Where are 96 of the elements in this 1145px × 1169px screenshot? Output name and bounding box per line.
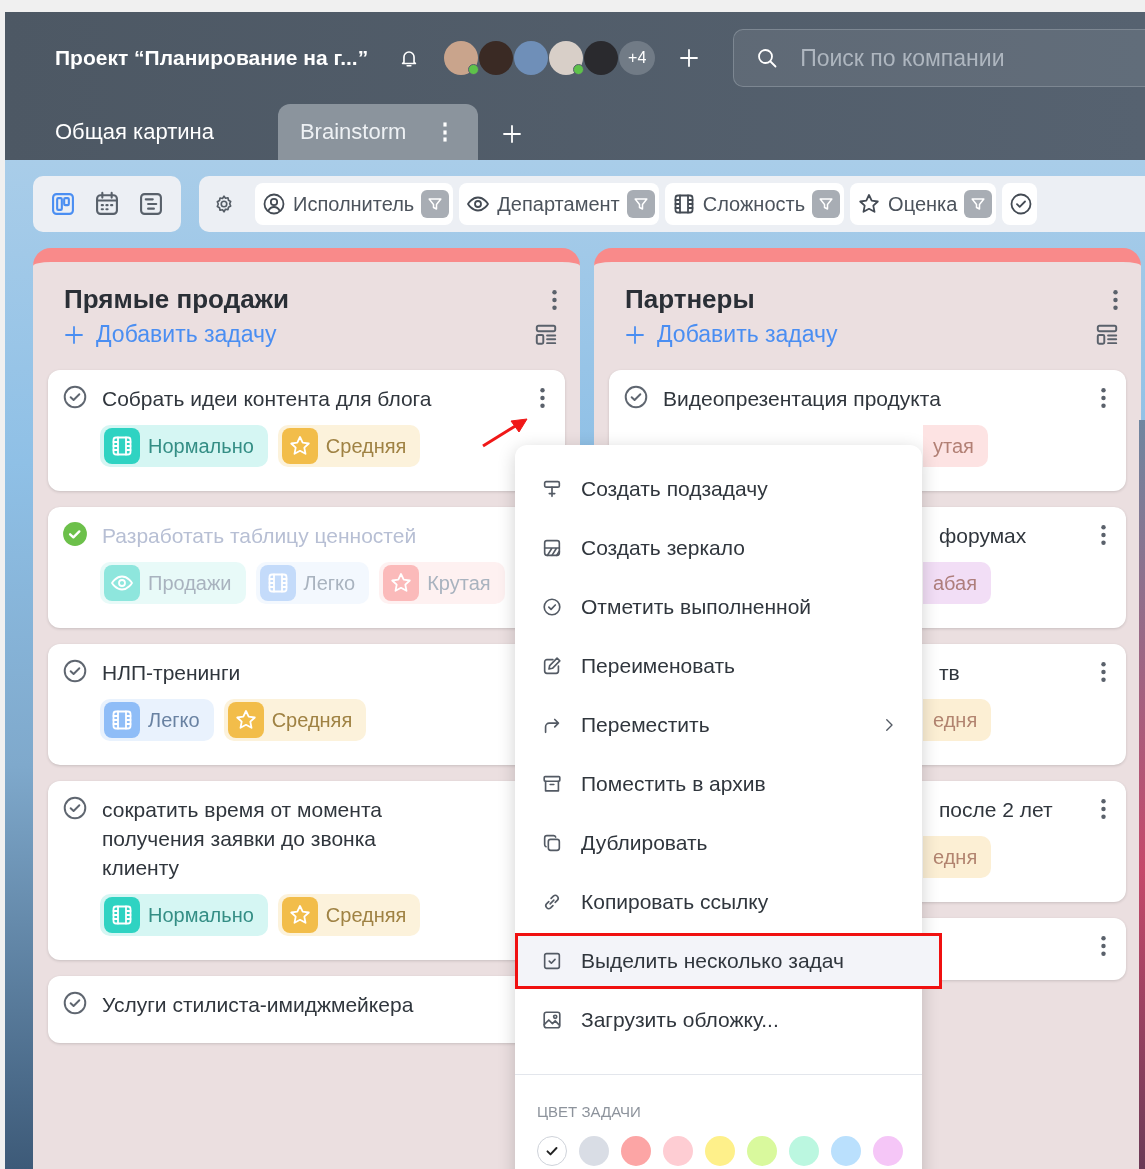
color-swatch[interactable]	[579, 1136, 609, 1166]
task-tag: Легко	[255, 562, 370, 604]
filter-toggle[interactable]	[421, 190, 450, 218]
filter-toggle[interactable]	[964, 190, 993, 218]
subtask-icon	[541, 478, 563, 500]
filter-label: Департамент	[497, 192, 620, 216]
filter-toggle[interactable]	[626, 190, 655, 218]
more-members-badge[interactable]: +4	[619, 41, 656, 75]
check-circle-icon[interactable]	[62, 384, 88, 410]
task-title: Разработать таблицу ценностей	[102, 523, 418, 549]
task-tag: едня	[923, 836, 992, 878]
list-view-icon	[137, 190, 165, 218]
task-title: тв	[939, 660, 961, 686]
check-circle-icon[interactable]	[62, 990, 88, 1016]
search-field[interactable]: Поиск по компании	[733, 29, 1145, 87]
check-circle-icon	[1009, 192, 1034, 216]
section-heading: ЦВЕТ ЗАДАЧИ	[537, 1103, 642, 1120]
board-view-icon	[49, 190, 77, 218]
film-icon	[110, 903, 134, 927]
task-tag: Нормально	[100, 425, 268, 467]
star-icon	[287, 903, 312, 927]
task-tag: утая	[923, 425, 988, 467]
star-icon	[233, 708, 258, 732]
color-swatch[interactable]	[789, 1136, 819, 1166]
star-icon	[389, 571, 414, 595]
check-circle-icon[interactable]	[623, 384, 649, 410]
filter-label: Исполнитель	[293, 192, 415, 216]
avatar[interactable]	[444, 41, 479, 75]
filter-chip[interactable]: Оценка	[850, 183, 997, 225]
star-icon	[287, 434, 312, 458]
film-icon	[110, 434, 134, 458]
color-swatch[interactable]	[663, 1136, 693, 1166]
more-icon	[1101, 388, 1106, 408]
tab[interactable]: Общая картина	[55, 104, 214, 160]
task-title: НЛП-тренинги	[102, 660, 242, 686]
star-icon	[857, 192, 882, 216]
filter-chip[interactable]: Исполнитель	[255, 183, 454, 225]
done-check-icon[interactable]	[62, 521, 88, 547]
filter-label: Сложность	[702, 192, 806, 216]
archive-icon	[541, 773, 563, 795]
menu-item[interactable]: Выделить несколько задач	[515, 933, 942, 989]
filter-toggle[interactable]	[812, 190, 841, 218]
color-swatch[interactable]	[705, 1136, 735, 1166]
calendar-icon	[93, 190, 121, 218]
annotation-arrow	[481, 416, 529, 448]
color-swatch[interactable]	[537, 1136, 567, 1166]
task-tag: едня	[923, 699, 992, 741]
mirror-icon	[541, 537, 563, 559]
filter-label: Оценка	[888, 192, 958, 216]
more-icon	[1101, 662, 1106, 682]
task-tag: Средняя	[277, 894, 421, 936]
online-dot	[468, 64, 480, 75]
task-tag: Средняя	[223, 699, 367, 741]
online-dot	[573, 64, 585, 75]
more-icon	[1101, 525, 1106, 545]
task-title: Видеопрезентация продукта	[663, 386, 942, 412]
task-title: сократить время от момента получения заявки до звонка клиенту	[102, 797, 383, 881]
color-swatch[interactable]	[873, 1136, 903, 1166]
color-swatch[interactable]	[621, 1136, 651, 1166]
check-circle-icon[interactable]	[62, 658, 88, 684]
view-button[interactable]	[49, 190, 77, 218]
copy-icon	[541, 832, 563, 854]
project-title[interactable]: Проект “Планирование на г...”	[55, 46, 369, 70]
more-icon	[552, 289, 557, 310]
task-tag: абая	[923, 562, 992, 604]
task-title: после 2 лет	[939, 797, 1054, 823]
view-button[interactable]	[93, 190, 121, 218]
view-button[interactable]	[137, 190, 165, 218]
task-tag: Крутая	[379, 562, 505, 604]
column-title: Партнеры	[625, 284, 755, 315]
film-icon	[110, 708, 134, 732]
image-icon	[541, 1009, 563, 1031]
person-icon	[262, 192, 286, 216]
task-title: Собрать идеи контента для блога	[102, 386, 433, 412]
check-circle-icon[interactable]	[62, 795, 88, 821]
filter-chip[interactable]: Сложность	[664, 183, 845, 225]
color-swatch[interactable]	[747, 1136, 777, 1166]
column-title: Прямые продажи	[64, 284, 290, 315]
more-icon	[1101, 799, 1106, 819]
check-circle-icon	[541, 596, 563, 618]
color-swatch[interactable]	[831, 1136, 861, 1166]
task-tag: Средняя	[277, 425, 421, 467]
task-card[interactable]: Собрать идеи контента для блога Нормально Средняя	[48, 370, 565, 491]
pencil-icon	[541, 655, 563, 677]
avatar[interactable]	[549, 41, 584, 75]
more-icon	[540, 388, 545, 408]
task-tag: Легко	[100, 699, 214, 741]
task-tag: Продажи	[100, 562, 246, 604]
filter-chip[interactable]	[1002, 183, 1038, 225]
filter-chip[interactable]: Департамент	[459, 183, 659, 225]
task-tag: Нормально	[100, 894, 268, 936]
more-icon	[1113, 289, 1118, 310]
task-title: форумах	[939, 523, 1028, 549]
checkbox-icon	[541, 950, 563, 972]
task-title: Услуги стилиста-имиджмейкера	[102, 992, 415, 1018]
more-icon	[1101, 936, 1106, 956]
